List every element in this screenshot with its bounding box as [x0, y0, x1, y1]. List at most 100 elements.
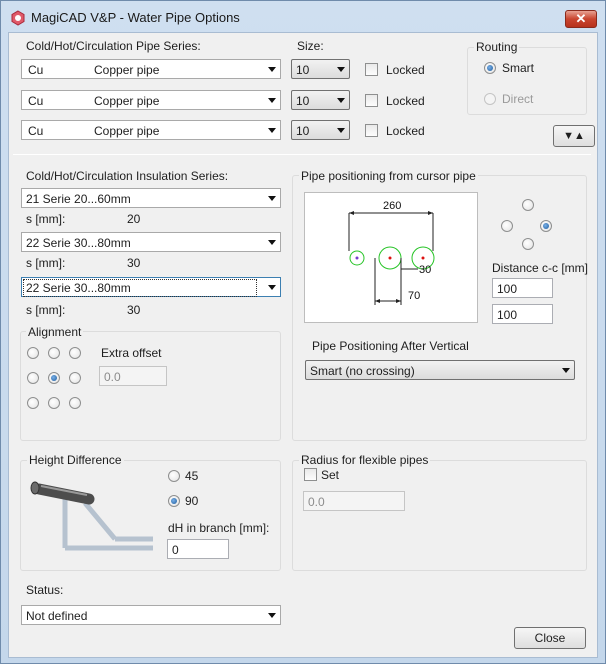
- size-combo-hot[interactable]: 10: [291, 90, 350, 110]
- dim-260: 260: [383, 200, 401, 212]
- chevron-down-icon: [337, 98, 345, 103]
- distance-cc-input-1[interactable]: 100: [492, 278, 553, 298]
- title-bar[interactable]: MagiCAD V&P - Water Pipe Options ✕: [1, 1, 605, 33]
- size-label: Size:: [297, 39, 324, 53]
- insulation-value: 21 Serie 20...60mm: [26, 192, 131, 206]
- insulation-combo-circulation[interactable]: 22 Serie 30...80mm: [21, 277, 281, 297]
- alignment-radio-middle-left[interactable]: [27, 372, 39, 384]
- window-title: MagiCAD V&P - Water Pipe Options: [31, 10, 240, 25]
- alignment-radio-bottom-right[interactable]: [69, 397, 81, 409]
- extra-offset-label: Extra offset: [101, 346, 162, 360]
- chevron-down-icon: [562, 368, 570, 373]
- alignment-radio-bottom-left[interactable]: [27, 397, 39, 409]
- size-value: 10: [296, 63, 310, 77]
- distance-cc-value-1: 100: [497, 282, 518, 296]
- flexible-radius-title: Radius for flexible pipes: [299, 453, 431, 467]
- chevron-down-icon: [337, 128, 345, 133]
- flexible-radius-value: 0.0: [308, 495, 325, 509]
- s-mm-value: 30: [127, 256, 141, 270]
- locked-checkbox-cold[interactable]: [365, 63, 378, 76]
- chevron-down-icon: [268, 67, 276, 72]
- status-value: Not defined: [26, 609, 88, 623]
- position-radio-bottom[interactable]: [522, 238, 534, 250]
- position-radio-top[interactable]: [522, 199, 534, 211]
- flexible-radius-input[interactable]: 0.0: [303, 491, 405, 511]
- pipe-series-name: Copper pipe: [94, 63, 160, 77]
- after-vertical-value: Smart (no crossing): [310, 364, 415, 378]
- window-close-button[interactable]: ✕: [565, 10, 597, 28]
- alignment-radio-center[interactable]: [48, 372, 60, 384]
- pipe-series-combo-cold[interactable]: Cu Copper pipe: [21, 59, 281, 79]
- distance-cc-input-2[interactable]: 100: [492, 304, 553, 324]
- expand-collapse-button[interactable]: ▼▲: [553, 125, 595, 147]
- status-combo[interactable]: Not defined: [21, 605, 281, 625]
- locked-checkbox-hot[interactable]: [365, 94, 378, 107]
- height-90-radio[interactable]: [168, 495, 180, 507]
- height-difference-pipe-icon: [30, 481, 153, 551]
- height-difference-title: Height Difference: [27, 453, 124, 467]
- size-value: 10: [296, 94, 310, 108]
- flexible-set-checkbox[interactable]: [304, 468, 317, 481]
- dh-branch-label: dH in branch [mm]:: [168, 521, 270, 535]
- pipe-series-label: Cold/Hot/Circulation Pipe Series:: [26, 39, 201, 53]
- position-radio-left[interactable]: [501, 220, 513, 232]
- routing-title: Routing: [474, 40, 520, 54]
- distance-cc-label: Distance c-c [mm]: [492, 261, 589, 275]
- routing-direct-radio[interactable]: [484, 93, 496, 105]
- pipe-series-combo-hot[interactable]: Cu Copper pipe: [21, 90, 281, 110]
- dh-branch-input[interactable]: 0: [167, 539, 229, 559]
- pipe-series-code: Cu: [28, 124, 44, 138]
- alignment-radio-middle-right[interactable]: [69, 372, 81, 384]
- chevron-down-icon: [268, 196, 276, 201]
- routing-smart-radio[interactable]: [484, 62, 496, 74]
- section-separator: [13, 154, 591, 155]
- size-value: 10: [296, 124, 310, 138]
- flexible-set-label: Set: [321, 468, 340, 482]
- alignment-title: Alignment: [26, 325, 84, 339]
- extra-offset-input[interactable]: 0.0: [99, 366, 167, 386]
- size-combo-circulation[interactable]: 10: [291, 120, 350, 140]
- pipe-series-combo-circulation[interactable]: Cu Copper pipe: [21, 120, 281, 140]
- magicad-app-icon: [11, 10, 25, 26]
- chevron-down-icon: [268, 98, 276, 103]
- s-mm-value: 20: [127, 212, 141, 226]
- s-mm-value: 30: [127, 303, 141, 317]
- close-button[interactable]: Close: [514, 627, 586, 649]
- pipe-positioning-diagram: 260 30 70: [304, 192, 478, 323]
- s-mm-label: s [mm]:: [26, 256, 66, 270]
- insulation-combo-cold[interactable]: 21 Serie 20...60mm: [21, 188, 281, 208]
- chevron-down-icon: [337, 67, 345, 72]
- chevron-down-icon: [268, 285, 276, 290]
- chevron-down-icon: [268, 613, 276, 618]
- locked-label: Locked: [386, 63, 425, 77]
- insulation-series-label: Cold/Hot/Circulation Insulation Series:: [26, 169, 229, 183]
- chevron-down-icon: [268, 128, 276, 133]
- s-mm-label: s [mm]:: [26, 212, 66, 226]
- pipe-series-name: Copper pipe: [94, 124, 160, 138]
- alignment-radio-bottom-center[interactable]: [48, 397, 60, 409]
- dim-70: 70: [408, 290, 420, 302]
- chevron-down-icon: [268, 240, 276, 245]
- position-radio-right[interactable]: [540, 220, 552, 232]
- alignment-radio-top-left[interactable]: [27, 347, 39, 359]
- alignment-radio-top-center[interactable]: [48, 347, 60, 359]
- alignment-radio-top-right[interactable]: [69, 347, 81, 359]
- after-vertical-label: Pipe Positioning After Vertical: [312, 339, 469, 353]
- insulation-combo-hot[interactable]: 22 Serie 30...80mm: [21, 232, 281, 252]
- extra-offset-value: 0.0: [104, 370, 121, 384]
- dim-30: 30: [419, 264, 431, 276]
- dialog-client: Cold/Hot/Circulation Pipe Series: Size: …: [8, 32, 598, 658]
- routing-direct-label: Direct: [502, 92, 534, 106]
- locked-label: Locked: [386, 94, 425, 108]
- height-90-label: 90: [185, 494, 199, 508]
- pipe-series-code: Cu: [28, 94, 44, 108]
- locked-label: Locked: [386, 124, 425, 138]
- after-vertical-combo[interactable]: Smart (no crossing): [305, 360, 575, 380]
- locked-checkbox-circulation[interactable]: [365, 124, 378, 137]
- pipe-positioning-title: Pipe positioning from cursor pipe: [299, 169, 478, 183]
- height-45-radio[interactable]: [168, 470, 180, 482]
- insulation-value: 22 Serie 30...80mm: [26, 236, 131, 250]
- positioning-diagram-svg: 260 30 70: [348, 200, 435, 305]
- size-combo-cold[interactable]: 10: [291, 59, 350, 79]
- s-mm-label: s [mm]:: [26, 303, 66, 317]
